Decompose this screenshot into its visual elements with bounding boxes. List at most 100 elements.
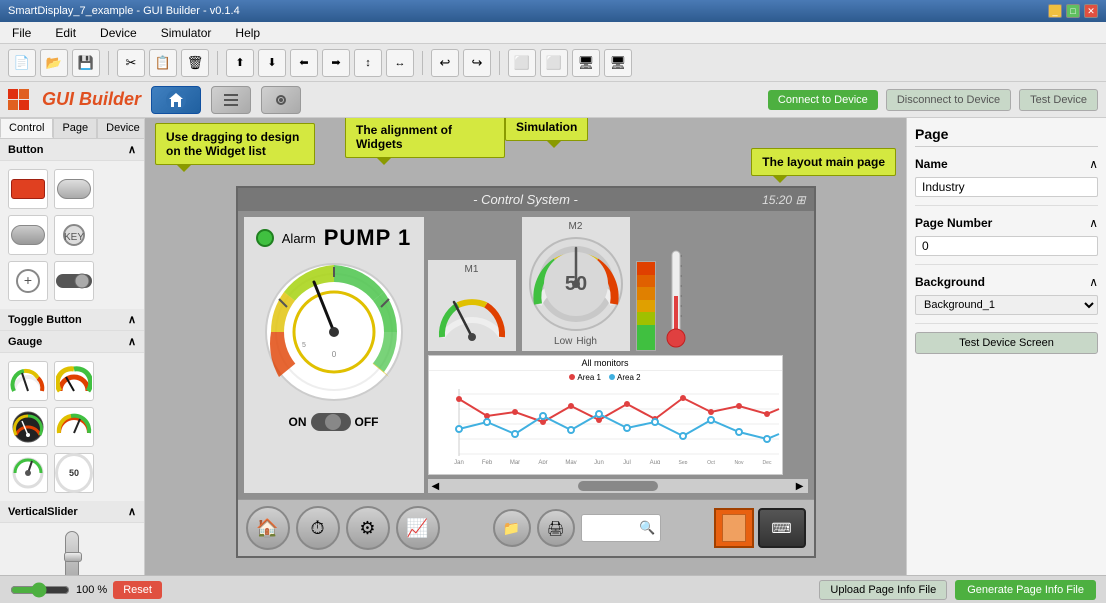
widget-button-toggle[interactable] [54,261,94,301]
upload-page-info-button[interactable]: Upload Page Info File [819,580,947,600]
alarm-label: Alarm [282,231,316,246]
widget-gauge-arc1[interactable] [8,361,48,401]
close-button[interactable]: ✕ [1084,4,1098,18]
test-device-screen-button[interactable]: Test Device Screen [915,332,1098,354]
minimize-button[interactable]: _ [1048,4,1062,18]
section-toggle-collapse-icon: ∧ [128,313,136,326]
menu-edit[interactable]: Edit [51,24,80,42]
test-device-button[interactable]: Test Device [1019,89,1098,111]
widget-gauge-speedometer[interactable] [8,407,48,447]
generate-page-info-button[interactable]: Generate Page Info File [955,580,1096,600]
menu-help[interactable]: Help [231,24,264,42]
redo-btn[interactable]: ↪ [463,49,491,77]
align-top-btn[interactable]: ⬆ [226,49,254,77]
svg-text:May: May [565,460,576,464]
align-center-btn[interactable]: ↕ [354,49,382,77]
home-icon-btn[interactable] [151,86,201,114]
panel-background-collapse-icon: ∧ [1089,275,1098,289]
color-bar-widget [636,261,656,351]
undo-btn[interactable]: ↩ [431,49,459,77]
tab-device[interactable]: Device [97,118,145,138]
panel-name-section[interactable]: Name ∧ [915,155,1098,173]
view2-btn[interactable]: ⬜ [540,49,568,77]
panel-pagenumber-section[interactable]: Page Number ∧ [915,214,1098,232]
svg-text:Nov: Nov [734,460,743,464]
button-widget-grid: KEY + [0,161,144,309]
search-bar[interactable]: 🔍 [581,514,661,542]
scroll-left-btn[interactable]: ◀ [428,481,444,492]
svg-text:Sep: Sep [678,460,687,464]
connect-device-button[interactable]: Connect to Device [768,90,878,110]
widget-button-gray2[interactable] [8,215,48,255]
vslider-widget-area [0,523,144,575]
widget-button-gray[interactable] [54,169,94,209]
panel-name-value[interactable]: Industry [915,177,1098,197]
delete-btn[interactable]: 🗑 [181,49,209,77]
section-gauge[interactable]: Gauge ∧ [0,331,144,353]
cut-btn[interactable]: ✂ [117,49,145,77]
section-button[interactable]: Button ∧ [0,139,144,161]
gauge-widget-grid: 50 [0,353,144,501]
widget-button-red[interactable] [8,169,48,209]
panel-background-section[interactable]: Background ∧ [915,273,1098,291]
callout-widget-list: Use dragging to design on the Widget lis… [155,123,315,165]
scroll-thumb[interactable] [578,481,658,491]
tab-control[interactable]: Control [0,118,53,138]
widget-gauge-half1[interactable] [54,407,94,447]
zoom-slider[interactable] [10,582,70,598]
menu-device[interactable]: Device [96,24,141,42]
menu-simulator[interactable]: Simulator [157,24,216,42]
chart-scrollbar[interactable]: ◀ ▶ [428,479,808,493]
widget-gauge-arc2[interactable] [54,361,94,401]
view1-btn[interactable]: ⬜ [508,49,536,77]
toggle-switch[interactable]: ON OFF [289,413,379,431]
panel-pagenumber-value[interactable]: 0 [915,236,1098,256]
distribute-btn[interactable]: ↔ [386,49,414,77]
disconnect-device-button[interactable]: Disconnect to Device [886,89,1011,111]
widget-button-dot[interactable]: KEY [54,215,94,255]
orange-widget-btn[interactable] [714,508,754,548]
nav-settings-btn[interactable]: ⚙ [346,506,390,550]
maximize-button[interactable]: □ [1066,4,1080,18]
section-gauge-collapse-icon: ∧ [128,335,136,348]
settings-icon-btn[interactable] [261,86,301,114]
tab-page[interactable]: Page [53,118,97,138]
widget-circular-num[interactable]: 50 [54,453,94,493]
nav-print-btn[interactable]: 🖨 [537,509,575,547]
section-vslider[interactable]: VerticalSlider ∧ [0,501,144,523]
sim1-btn[interactable]: 🖥 [572,49,600,77]
nav-clock-btn[interactable]: ⏱ [296,506,340,550]
background-select[interactable]: Background_1 [915,295,1098,315]
big-gauge-svg: 0 5 [259,257,409,407]
panel-background-label: Background [915,275,985,289]
reset-button[interactable]: Reset [113,581,162,599]
nav-chart-btn[interactable]: 📈 [396,506,440,550]
copy-btn[interactable]: 📋 [149,49,177,77]
svg-text:Feb: Feb [481,460,492,464]
canvas-content: Alarm PUMP 1 [238,211,814,499]
sim2-btn[interactable]: 🖥 [604,49,632,77]
divider2 [915,264,1098,265]
menu-file[interactable]: File [8,24,35,42]
widget-vertical-slider[interactable] [65,531,79,575]
gauge-row: M1 M2 [428,217,808,351]
new-btn[interactable]: 📄 [8,49,36,77]
scroll-right-btn[interactable]: ▶ [792,481,808,492]
save-btn[interactable]: 💾 [72,49,100,77]
alarm-row: Alarm PUMP 1 [256,225,411,251]
design-canvas[interactable]: - Control System - 15:20 ⊞ Alarm PUMP 1 [236,186,816,558]
align-right-btn[interactable]: ➡ [322,49,350,77]
align-bottom-btn[interactable]: ⬇ [258,49,286,77]
key-btn[interactable]: ⌨ [758,508,806,548]
align-left-btn[interactable]: ⬅ [290,49,318,77]
section-toggle[interactable]: Toggle Button ∧ [0,309,144,331]
list-icon-btn[interactable] [211,86,251,114]
nav-folder-btn[interactable]: 📁 [493,509,531,547]
open-btn[interactable]: 📂 [40,49,68,77]
svg-text:0: 0 [331,350,336,359]
widget-gauge-half2[interactable] [8,453,48,493]
nav-home-btn[interactable]: 🏠 [246,506,290,550]
callout-alignment: The alignment of Widgets [345,118,505,158]
status-bar-right: Upload Page Info File Generate Page Info… [819,580,1096,600]
widget-button-round[interactable]: + [8,261,48,301]
